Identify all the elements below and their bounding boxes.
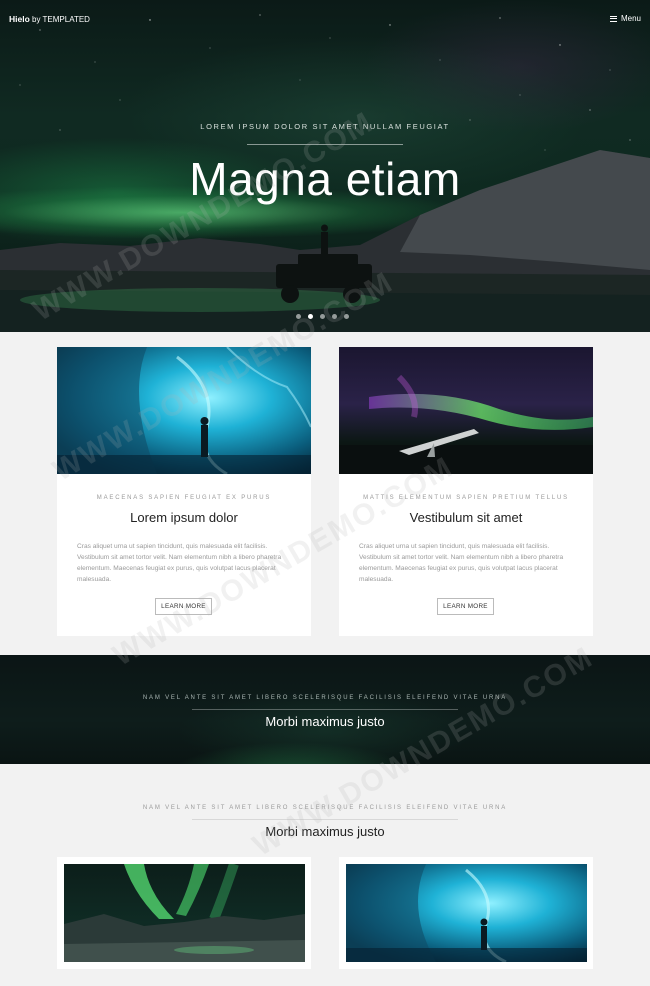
menu-label: Menu — [620, 14, 641, 23]
feature-card-1: MAECENAS SAPIEN FEUGIAT EX PURUS Lorem i… — [57, 347, 311, 636]
banner-divider — [192, 709, 458, 710]
gallery-subtitle: NAM VEL ANTE SIT AMET LIBERO SCELERISQUE… — [142, 805, 508, 811]
card-title: Lorem ipsum dolor — [130, 510, 238, 525]
slide-dot-4[interactable] — [332, 314, 337, 319]
hero-subtitle: LOREM IPSUM DOLOR SIT AMET NULLAM FEUGIA… — [200, 122, 450, 131]
brand-byline: by TEMPLATED — [32, 15, 90, 24]
slide-dot-2[interactable] — [308, 314, 313, 319]
gallery-title: Morbi maximus justo — [265, 824, 385, 839]
card-meta: MATTIS ELEMENTUM SAPIEN PRETIUM TELLUS — [363, 495, 569, 501]
banner-title: Morbi maximus justo — [265, 714, 385, 729]
hero-title: Magna etiam — [189, 153, 461, 205]
menu-button[interactable]: Menu — [609, 14, 641, 23]
top-navigation: Hielo by TEMPLATED Menu — [0, 0, 650, 40]
hero-banner: Hielo by TEMPLATED Menu LOREM IPSUM DOLO… — [0, 0, 650, 332]
gallery-item-ice-cave[interactable] — [339, 857, 593, 969]
aurora-banner: NAM VEL ANTE SIT AMET LIBERO SCELERISQUE… — [0, 655, 650, 764]
card-title: Vestibulum sit amet — [409, 510, 523, 525]
site-logo[interactable]: Hielo by TEMPLATED — [9, 14, 90, 24]
card-body: Cras aliquet urna ut sapien tincidunt, q… — [359, 543, 564, 583]
slide-dot-1[interactable] — [296, 314, 301, 319]
slide-dot-5[interactable] — [344, 314, 349, 319]
hamburger-icon — [609, 15, 617, 22]
learn-more-button[interactable]: LEARN MORE — [155, 598, 212, 615]
slide-dot-3[interactable] — [320, 314, 325, 319]
card-meta: MAECENAS SAPIEN FEUGIAT EX PURUS — [96, 495, 272, 501]
learn-more-button[interactable]: LEARN MORE — [437, 598, 494, 615]
gallery-divider — [192, 819, 458, 820]
gallery-image-aurora — [64, 864, 305, 962]
feature-card-2: MATTIS ELEMENTUM SAPIEN PRETIUM TELLUS V… — [339, 347, 593, 636]
hero-divider — [247, 144, 403, 145]
gallery-item-aurora[interactable] — [57, 857, 311, 969]
card-image-aurora-plane — [339, 347, 593, 474]
banner-subtitle: NAM VEL ANTE SIT AMET LIBERO SCELERISQUE… — [142, 695, 508, 701]
gallery-image-ice-cave — [346, 864, 587, 962]
card-image-ice-cave — [57, 347, 311, 474]
brand-name: Hielo — [9, 14, 30, 24]
card-body: Cras aliquet urna ut sapien tincidunt, q… — [77, 543, 282, 583]
slide-indicators — [296, 314, 349, 319]
